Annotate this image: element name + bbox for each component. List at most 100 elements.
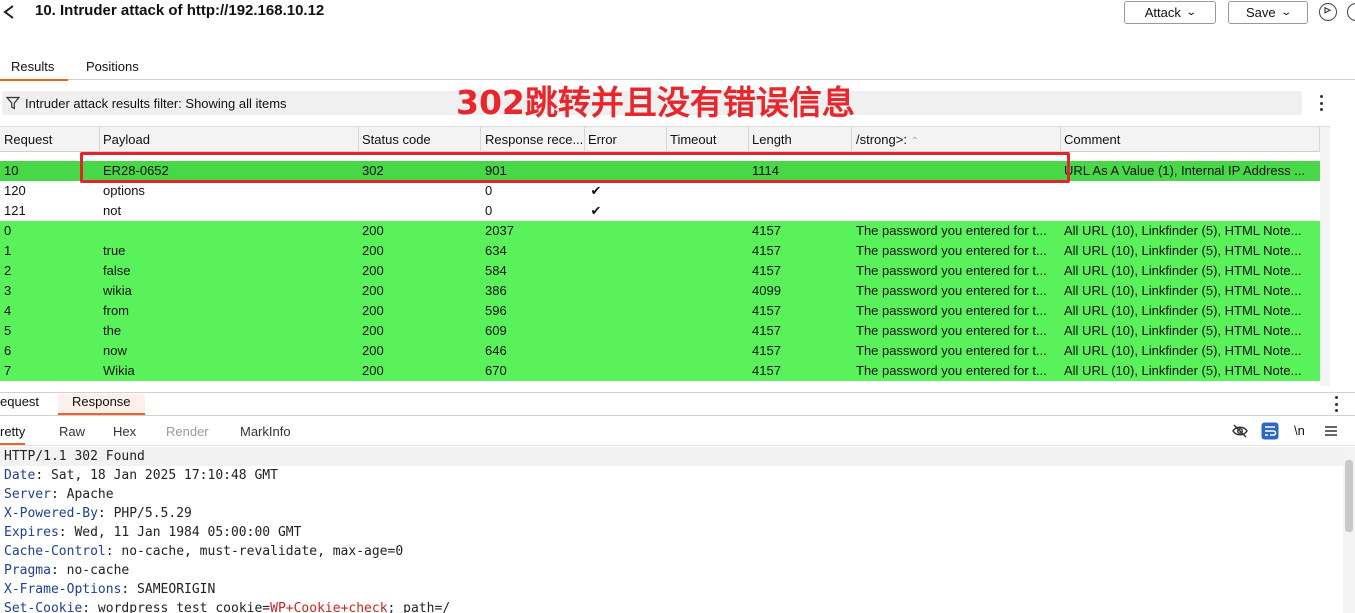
column-header-request[interactable]: Request — [0, 127, 100, 152]
cell-comment: All URL (10), Linkfinder (5), HTML Note.… — [1064, 263, 1302, 278]
cell-length — [748, 201, 852, 221]
cell-error: ✔ — [590, 203, 602, 218]
column-header-timeout[interactable]: Timeout — [666, 127, 749, 152]
header-key: Date — [4, 468, 36, 483]
cell-response-received: 2037 — [485, 223, 514, 238]
cell-strong — [852, 181, 1060, 201]
cell-length: 4157 — [752, 263, 781, 278]
table-row[interactable]: 0 200 2037 4157 The password you entered for… — [0, 221, 1320, 241]
attack-button[interactable]: Attack ⌄ — [1124, 1, 1216, 24]
header-key: Server — [4, 487, 51, 502]
detail-more-options-icon[interactable] — [1334, 396, 1338, 412]
cell-strong: The password you entered for t... — [856, 223, 1047, 238]
play-icon[interactable] — [1319, 3, 1337, 21]
cell-payload: not — [103, 203, 122, 218]
table-row[interactable]: 121 not 0 ✔ — [0, 201, 1320, 221]
menu-icon[interactable] — [1322, 422, 1340, 440]
newline-toggle-icon[interactable]: \n — [1294, 422, 1312, 440]
table-row[interactable]: 6 now 200 646 4157 The password you entered f… — [0, 341, 1320, 361]
table-row[interactable]: 1 true 200 634 4157 The password you entered … — [0, 241, 1320, 261]
column-header-strong[interactable]: /strong>: ⌃ — [852, 127, 1061, 152]
cell-length: 4157 — [752, 303, 781, 318]
word-wrap-icon[interactable] — [1261, 422, 1279, 440]
tab-markinfo[interactable]: MarkInfo — [240, 424, 291, 443]
detail-tabs — [0, 392, 1355, 416]
table-row[interactable]: 7 Wikia 200 670 4157 The password you entered… — [0, 361, 1320, 381]
tab-results[interactable]: Results — [0, 59, 69, 81]
cell-request: 367 — [4, 152, 26, 155]
pause-icon[interactable] — [1347, 3, 1355, 21]
cell-payload: true — [103, 243, 126, 258]
cell-comment: All URL (10), Linkfinder (5), HTML Note.… — [1064, 363, 1302, 378]
more-options-icon[interactable] — [1319, 95, 1323, 111]
tab-request[interactable]: equest — [0, 394, 39, 413]
sort-ascending-icon: ⌃ — [910, 136, 919, 147]
column-header-status-code[interactable]: Status code — [358, 127, 481, 152]
cell-payload: the — [103, 323, 122, 338]
table-row[interactable]: 2 false 200 584 4157 The password you entered… — [0, 261, 1320, 281]
cell-length — [748, 181, 852, 201]
column-header-error[interactable]: Error — [584, 127, 667, 152]
column-header-comment[interactable]: Comment — [1060, 127, 1320, 152]
tab-hex[interactable]: Hex — [113, 424, 136, 443]
cell-response-received: 646 — [485, 343, 507, 358]
cell-strong: The password you entered for t... — [856, 343, 1047, 358]
save-button[interactable]: Save ⌄ — [1228, 1, 1308, 24]
cell-strong: The password you entered for t... — [856, 323, 1047, 338]
cell-length: 4099 — [752, 283, 781, 298]
cell-status-code: 200 — [362, 363, 384, 378]
cell-status-code: 200 — [362, 343, 384, 358]
cell-response-received: 670 — [485, 363, 507, 378]
hide-eye-icon[interactable] — [1231, 422, 1249, 440]
cookie-value: WP+Cookie+check — [270, 601, 388, 613]
cell-timeout — [666, 321, 748, 341]
back-arrow-icon[interactable] — [2, 4, 16, 20]
cell-payload: wikia — [103, 283, 132, 298]
tab-response[interactable]: Response — [58, 394, 145, 415]
cell-timeout — [666, 281, 748, 301]
cell-response-received: 634 — [485, 243, 507, 258]
cell-response-received: 596 — [485, 303, 507, 318]
table-row[interactable]: 3 wikia 200 386 4099 The password you entered… — [0, 281, 1320, 301]
cell-status-code — [358, 201, 481, 221]
header-value: : SAMEORIGIN — [121, 582, 216, 597]
cell-timeout — [666, 241, 748, 261]
cell-request: 5 — [4, 323, 12, 338]
cell-strong: The password you entered for t... — [856, 243, 1047, 258]
cell-error — [584, 241, 608, 261]
table-scrollbar[interactable] — [1320, 127, 1330, 386]
table-row[interactable]: 120 options 0 ✔ — [0, 181, 1320, 201]
tab-positions[interactable]: Positions — [86, 59, 139, 79]
tab-render[interactable]: Render — [166, 424, 209, 443]
table-row[interactable]: 5 the 200 609 4157 The password you entered f… — [0, 321, 1320, 341]
header-value: HTTP/1.1 302 Found — [4, 449, 145, 464]
cell-comment: All URL (10), Linkfinder (5), HTML Note.… — [1064, 223, 1302, 238]
cell-strong: The password you entered for t... — [856, 303, 1047, 318]
cell-timeout — [666, 341, 748, 361]
cell-response-received: 0 — [485, 183, 493, 198]
cell-timeout — [666, 181, 748, 201]
column-header-response-received[interactable]: Response rece... — [481, 127, 585, 152]
cell-strong: The password you entered for t... — [856, 363, 1047, 378]
column-header-length[interactable]: Length — [748, 127, 852, 152]
table-row[interactable]: 4 from 200 596 4157 The password you entered … — [0, 301, 1320, 321]
header-value-prefix: : wordpress_test_cookie= — [82, 601, 271, 613]
editor-scrollbar-thumb[interactable] — [1345, 460, 1353, 532]
cell-status-code — [358, 181, 481, 201]
header-key: Expires — [4, 525, 59, 540]
tab-raw[interactable]: Raw — [59, 424, 85, 443]
cell-request: 7 — [4, 363, 12, 378]
chevron-down-icon: ⌄ — [1185, 7, 1197, 18]
column-header-payload[interactable]: Payload — [99, 127, 359, 152]
cell-error — [584, 261, 608, 281]
tab-pretty[interactable]: retty — [0, 424, 26, 445]
window-title: 10. Intruder attack of http://192.168.10… — [35, 2, 325, 19]
header-value: : Wed, 11 Jan 1984 05:00:00 GMT — [58, 525, 302, 540]
header-value-suffix: ; path=/ — [387, 601, 451, 613]
cell-length: 4157 — [752, 323, 781, 338]
response-editor[interactable]: HTTP/1.1 302 Found Date: Sat, 18 Jan 2025… — [0, 447, 1343, 613]
chevron-down-icon: ⌄ — [1279, 7, 1292, 18]
cell-status-code: 200 — [362, 223, 384, 238]
cell-timeout — [666, 201, 748, 221]
header-value: : no-cache — [50, 563, 130, 578]
